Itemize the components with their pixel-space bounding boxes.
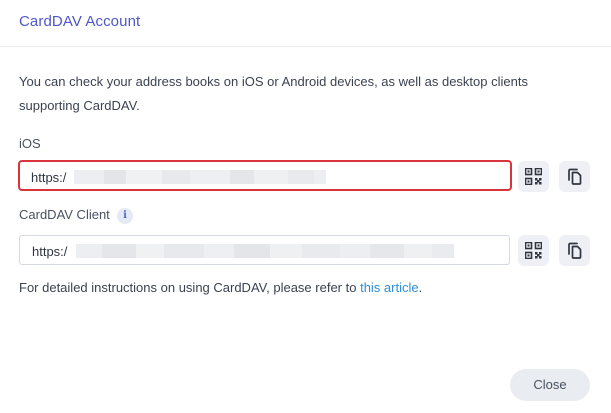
dialog-title: CardDAV Account <box>19 13 141 30</box>
redacted-url <box>76 244 454 258</box>
dialog-header: CardDAV Account <box>0 0 611 47</box>
close-button[interactable]: Close <box>510 369 590 401</box>
ios-url-text: https:/ <box>31 170 67 185</box>
ios-label: iOS <box>19 136 41 151</box>
qr-code-icon <box>525 242 542 259</box>
copy-icon <box>568 168 582 185</box>
copy-icon <box>568 242 582 259</box>
ios-url-field[interactable]: https:/ <box>18 160 512 191</box>
client-url-text: https:/ <box>32 244 68 259</box>
footnote-text: For detailed instructions on using CardD… <box>19 280 361 295</box>
redacted-url <box>74 170 326 184</box>
instructions-footnote: For detailed instructions on using CardD… <box>19 280 422 295</box>
ios-copy-button[interactable] <box>559 161 590 192</box>
carddav-client-label: CardDAV Client <box>19 207 110 222</box>
dialog-description: You can check your address books on iOS … <box>19 74 528 113</box>
footnote-suffix: . <box>418 280 423 295</box>
this-article-link[interactable]: this article <box>360 280 419 295</box>
qr-code-icon <box>525 168 542 185</box>
carddav-client-url-field[interactable]: https:/ <box>19 235 510 265</box>
ios-qr-code-button[interactable] <box>518 161 549 192</box>
client-qr-code-button[interactable] <box>518 235 549 266</box>
client-copy-button[interactable] <box>559 235 590 266</box>
info-icon[interactable]: i <box>117 208 133 224</box>
